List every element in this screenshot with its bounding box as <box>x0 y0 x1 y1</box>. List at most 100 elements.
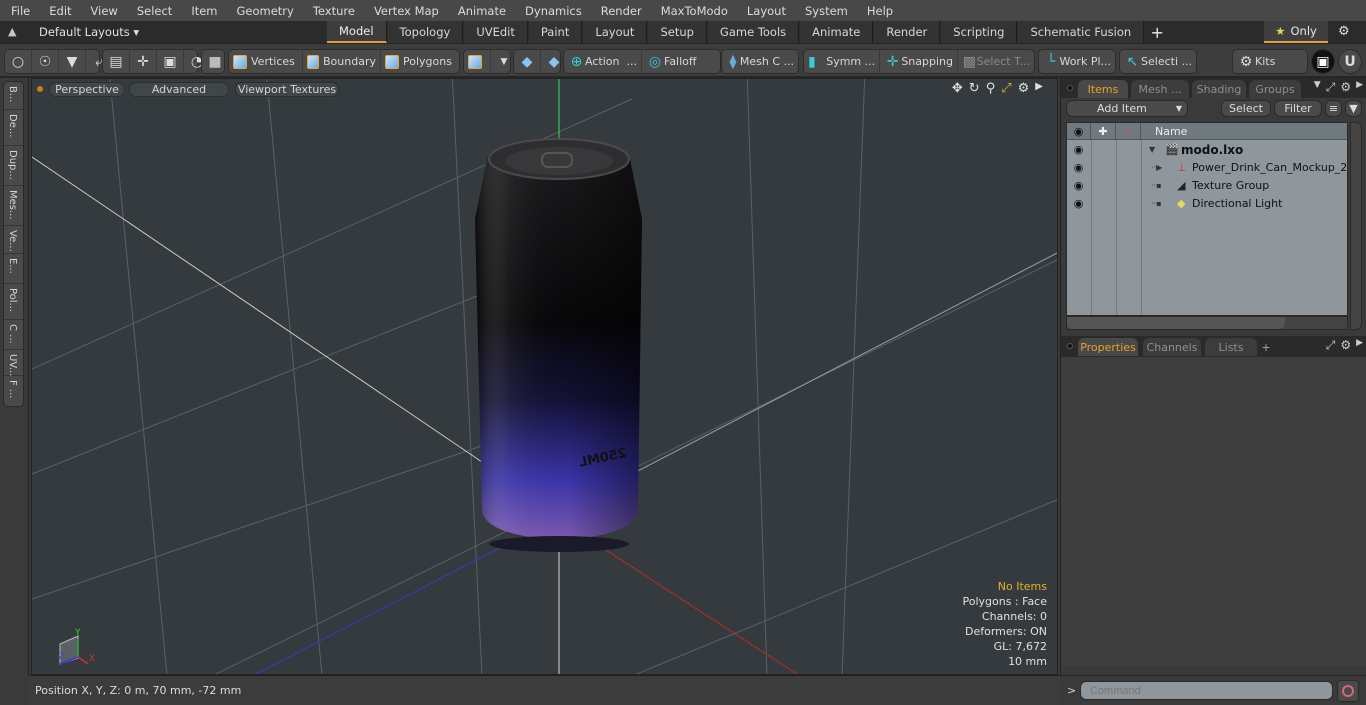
name-column-header[interactable]: Name <box>1141 123 1349 140</box>
panel-arrow-icon[interactable]: ▶ <box>1356 80 1363 95</box>
panel-menu-dot[interactable] <box>1067 85 1073 91</box>
tab-model[interactable]: Model <box>327 21 387 43</box>
lock-column-header[interactable]: ✚ <box>1091 123 1116 140</box>
tab-items[interactable]: Items <box>1078 80 1128 98</box>
align-button[interactable]: ▤ <box>103 50 130 73</box>
vertical-scrollbar[interactable] <box>1350 122 1362 330</box>
selection-sets-button[interactable]: ↖ Selecti ... <box>1120 50 1196 73</box>
menu-texture[interactable]: Texture <box>302 4 363 18</box>
collapse-up-icon[interactable]: ▲ <box>8 25 16 38</box>
panel-menu-dot[interactable] <box>1067 343 1073 349</box>
polygons-button[interactable]: Polygons <box>381 50 457 73</box>
kits-button[interactable]: ⚙ Kits <box>1233 50 1307 73</box>
menu-item[interactable]: Item <box>180 4 225 18</box>
menu-dynamics[interactable]: Dynamics <box>514 4 590 18</box>
tab-game-tools[interactable]: Game Tools <box>707 21 800 43</box>
tab-mesh[interactable]: Mesh ... <box>1131 80 1189 98</box>
menu-layout[interactable]: Layout <box>736 4 794 18</box>
horizontal-scrollbar[interactable] <box>1066 316 1348 330</box>
tab-animate[interactable]: Animate <box>800 21 874 43</box>
select-through-button[interactable]: ▩ Select T... <box>958 50 1034 73</box>
expand-triangle-icon[interactable]: ▼ <box>1149 145 1155 154</box>
scrollbar-thumb[interactable] <box>1067 317 1285 329</box>
tab-channels[interactable]: Channels <box>1143 338 1201 356</box>
tab-shading[interactable]: Shading <box>1192 80 1246 98</box>
panel-gear-icon[interactable]: ⚙ <box>1340 80 1351 95</box>
list-options-button[interactable]: ≡ <box>1325 100 1342 117</box>
tab-paint[interactable]: Paint <box>528 21 583 43</box>
move-button[interactable]: ✛ <box>130 50 157 73</box>
action-center-button[interactable]: ⊕ Action ... <box>564 50 642 73</box>
tab-lists[interactable]: Lists <box>1205 338 1257 356</box>
menu-select[interactable]: Select <box>126 4 180 18</box>
3d-viewport[interactable]: 250ML Y X Z Perspective Advanced Viewpor… <box>31 78 1058 675</box>
tool-tab-polygon[interactable]: Pol... <box>4 284 23 320</box>
visibility-eye-icon[interactable]: ◉ <box>1071 143 1086 156</box>
item-mode-button[interactable]: ■ <box>202 50 228 73</box>
symmetry-button[interactable]: ▮ Symm ... <box>804 50 880 73</box>
default-layouts-dropdown[interactable]: Default Layouts ▾ <box>39 25 139 39</box>
tab-schematic-fusion[interactable]: Schematic Fusion <box>1018 21 1145 43</box>
visibility-eye-icon[interactable]: ◉ <box>1071 161 1086 174</box>
menu-maxtomodo[interactable]: MaxToModo <box>650 4 736 18</box>
maximize-icon[interactable]: ⤢ <box>1001 81 1011 96</box>
tool-tab-deform[interactable]: De... <box>4 110 23 146</box>
funnel-filter-button[interactable]: ▼ <box>1345 100 1362 117</box>
menu-geometry[interactable]: Geometry <box>226 4 302 18</box>
type-column-header[interactable]: ⊥ <box>1116 123 1141 140</box>
viewport-gear-icon[interactable]: ⚙ <box>1018 81 1030 96</box>
visibility-column-header[interactable]: ◉ <box>1067 123 1091 140</box>
menu-help[interactable]: Help <box>856 4 901 18</box>
menu-file[interactable]: File <box>0 4 38 18</box>
select-button[interactable]: Select <box>1221 100 1271 117</box>
scale-button[interactable]: ▣ <box>157 50 184 73</box>
list-item-scene[interactable]: ◉ ▼ 🎬 modo.lxo <box>1067 141 1347 159</box>
tab-layout[interactable]: Layout <box>583 21 648 43</box>
menu-render[interactable]: Render <box>590 4 650 18</box>
tool-tab-mesh-edit[interactable]: Mes... <box>4 186 23 226</box>
tool-tab-curve[interactable]: C ... <box>4 320 23 350</box>
zoom-icon[interactable]: ⚲ <box>986 81 996 96</box>
viewport-menu-dot[interactable] <box>37 86 43 92</box>
unreal-button[interactable]: U <box>1338 49 1362 74</box>
circle-select-button[interactable]: ○ <box>5 50 32 73</box>
viewport-textures-dropdown[interactable]: Viewport Textures <box>235 82 339 97</box>
list-item-mesh[interactable]: ◉ ··▶ ⊥ Power_Drink_Can_Mockup_2 ... <box>1067 159 1362 177</box>
rotate-icon[interactable]: ↻ <box>969 81 980 96</box>
perspective-dropdown[interactable]: Perspective <box>49 82 125 97</box>
filter-button[interactable]: Filter <box>1274 100 1322 117</box>
list-item-light[interactable]: ◉ ··▪ ◆ Directional Light <box>1067 195 1347 213</box>
tab-uvedit[interactable]: UVEdit <box>464 21 528 43</box>
tool-tab-edge[interactable]: E... <box>4 254 23 284</box>
menu-animate[interactable]: Animate <box>447 4 514 18</box>
tool-tab-basic[interactable]: B... <box>4 82 23 110</box>
tool-tab-vertex[interactable]: Ve... <box>4 226 23 254</box>
visibility-eye-icon[interactable]: ◉ <box>1071 179 1086 192</box>
visibility-eye-icon[interactable]: ◉ <box>1071 197 1086 210</box>
gear-icon[interactable]: ⚙ <box>1338 24 1350 39</box>
panel-arrow-icon[interactable]: ▶ <box>1356 338 1363 353</box>
menu-system[interactable]: System <box>794 4 856 18</box>
tool-tab-duplicate[interactable]: Dup... <box>4 146 23 186</box>
tab-topology[interactable]: Topology <box>387 21 464 43</box>
record-macro-button[interactable] <box>1337 680 1359 702</box>
work-plane-button[interactable]: └ Work Pl... <box>1039 50 1115 73</box>
globe-button[interactable]: ☉ <box>32 50 59 73</box>
add-tab-button[interactable]: + <box>1145 21 1169 43</box>
snapping-button[interactable]: ✛ Snapping <box>880 50 958 73</box>
list-item-texture-group[interactable]: ◉ ··▪ ◢ Texture Group <box>1067 177 1347 195</box>
only-toggle[interactable]: ★ Only <box>1264 21 1328 43</box>
falloff-button[interactable]: ◎ Falloff <box>642 50 720 73</box>
tabs-dropdown-icon[interactable]: ▼ <box>1314 80 1321 95</box>
tab-setup[interactable]: Setup <box>648 21 707 43</box>
add-panel-tab-button[interactable]: + <box>1259 338 1273 356</box>
unity-button[interactable]: ▣ <box>1311 49 1335 74</box>
menu-edit[interactable]: Edit <box>38 4 79 18</box>
tab-render[interactable]: Render <box>874 21 941 43</box>
menu-view[interactable]: View <box>80 4 126 18</box>
viewport-arrow-icon[interactable]: ▶ <box>1035 81 1043 96</box>
tab-scripting[interactable]: Scripting <box>941 21 1018 43</box>
vertices-button[interactable]: Vertices <box>229 50 303 73</box>
advanced-dropdown[interactable]: Advanced <box>129 82 229 97</box>
tab-properties[interactable]: Properties <box>1078 338 1138 356</box>
